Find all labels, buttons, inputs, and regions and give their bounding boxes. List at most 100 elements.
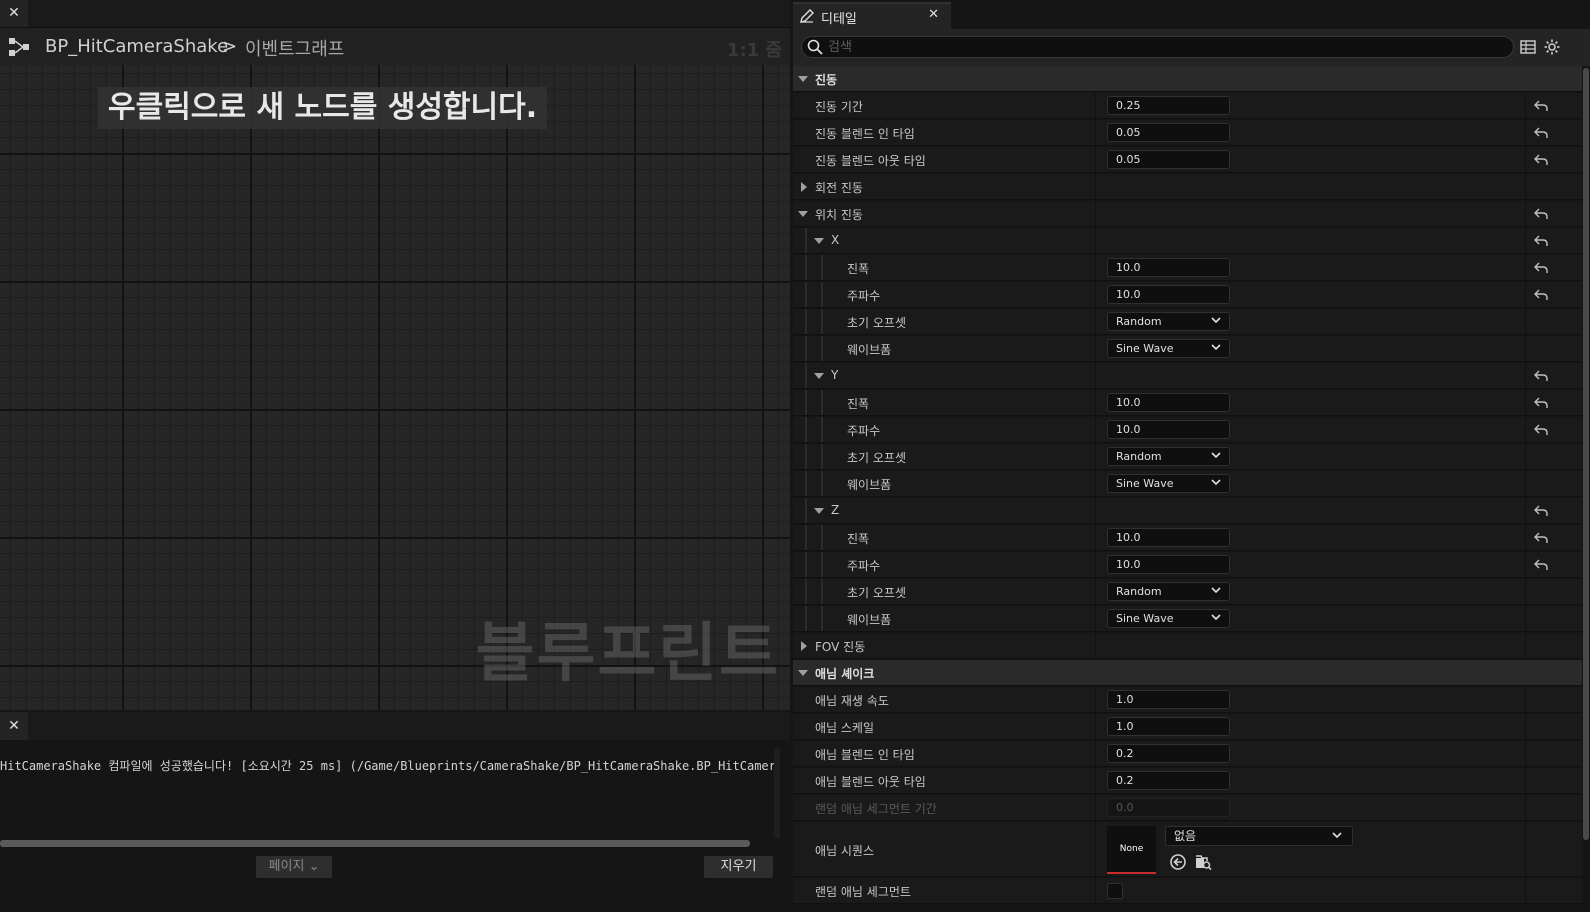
property-group-fov-shake[interactable]: FOV 진동	[793, 633, 1583, 659]
category-label: 애님 셰이크	[815, 667, 875, 681]
property-label: Y	[831, 368, 839, 382]
chevron-down-icon	[1211, 479, 1221, 486]
anim-blend-out-input[interactable]: 0.2	[1107, 771, 1230, 790]
reset-to-default-icon[interactable]	[1534, 369, 1548, 383]
close-details-tab-button[interactable]: ✕	[928, 7, 939, 22]
z-waveform-dropdown[interactable]: Sine Wave	[1107, 609, 1230, 628]
details-toolbar	[793, 29, 1590, 66]
anim-blend-in-input[interactable]: 0.2	[1107, 744, 1230, 763]
duration-input[interactable]: 0.25	[1107, 96, 1230, 115]
property-row-random-segment-duration: 랜덤 애님 세그먼트 기간 0.0	[793, 795, 1583, 821]
property-row-anim-play-rate: 애님 재생 속도 1.0	[793, 687, 1583, 713]
reset-to-default-icon[interactable]	[1534, 504, 1548, 518]
graph-canvas[interactable]: 우클릭으로 새 노드를 생성합니다. 블루프린트	[0, 65, 790, 710]
clear-log-button[interactable]: 지우기	[704, 856, 773, 878]
property-group-x[interactable]: X	[793, 228, 1583, 254]
reset-to-default-icon[interactable]	[1534, 558, 1548, 572]
details-panel: 디테일 ✕ 진동 진동 기간 0.25	[793, 0, 1590, 912]
chevron-down-icon	[1211, 452, 1221, 459]
property-row-anim-blend-out: 애님 블렌드 아웃 타임 0.2	[793, 768, 1583, 794]
anim-scale-input[interactable]: 1.0	[1107, 717, 1230, 736]
anim-sequence-asset-dropdown[interactable]: 없음	[1165, 826, 1353, 846]
log-horizontal-scrollbar[interactable]	[0, 840, 750, 847]
breadcrumb-blueprint-name[interactable]: BP_HitCameraShake	[45, 36, 228, 57]
y-waveform-dropdown[interactable]: Sine Wave	[1107, 474, 1230, 493]
property-label: 진동 기간	[815, 100, 863, 114]
y-frequency-input[interactable]: 10.0	[1107, 420, 1230, 439]
z-amplitude-input[interactable]: 10.0	[1107, 528, 1230, 547]
property-group-y[interactable]: Y	[793, 363, 1583, 389]
z-initial-offset-dropdown[interactable]: Random	[1107, 582, 1230, 601]
dropdown-value: Random	[1116, 315, 1162, 328]
details-tab[interactable]: 디테일 ✕	[793, 2, 951, 29]
pencil-icon	[800, 9, 814, 23]
property-row-z-initial-offset: 초기 오프셋 Random	[793, 579, 1583, 605]
x-initial-offset-dropdown[interactable]: Random	[1107, 312, 1230, 331]
y-amplitude-input[interactable]: 10.0	[1107, 393, 1230, 412]
close-graph-tab-button[interactable]: ✕	[0, 0, 28, 27]
category-label: 진동	[815, 73, 838, 87]
z-frequency-input[interactable]: 10.0	[1107, 555, 1230, 574]
property-label: 애님 시퀀스	[815, 844, 875, 858]
property-row-y-waveform: 웨이브폼 Sine Wave	[793, 471, 1583, 497]
property-group-rotation-shake[interactable]: 회전 진동	[793, 174, 1583, 200]
x-frequency-input[interactable]: 10.0	[1107, 285, 1230, 304]
page-dropdown-button[interactable]: 페이지 ⌄	[256, 856, 332, 878]
property-group-location-shake[interactable]: 위치 진동	[793, 201, 1583, 227]
zoom-level: 1:1 줌	[726, 40, 782, 61]
settings-gear-icon[interactable]	[1544, 39, 1560, 55]
chevron-down-icon	[1211, 587, 1221, 594]
asset-thumbnail[interactable]: None	[1107, 826, 1156, 874]
dropdown-value: Random	[1116, 450, 1162, 463]
close-log-tab-button[interactable]: ✕	[0, 712, 28, 740]
details-scrollbar[interactable]	[1582, 66, 1590, 912]
category-anim-shake[interactable]: 애님 셰이크	[793, 660, 1583, 686]
random-anim-segment-checkbox[interactable]	[1107, 883, 1123, 899]
anim-play-rate-input[interactable]: 1.0	[1107, 690, 1230, 709]
category-shake[interactable]: 진동	[793, 66, 1583, 92]
y-initial-offset-dropdown[interactable]: Random	[1107, 447, 1230, 466]
property-row-anim-scale: 애님 스케일 1.0	[793, 714, 1583, 740]
property-row-x-initial-offset: 초기 오프셋 Random	[793, 309, 1583, 335]
details-tabstrip: 디테일 ✕	[793, 0, 1590, 29]
log-vertical-scrollbar[interactable]	[774, 748, 780, 838]
caret-down-icon	[814, 373, 824, 379]
reset-to-default-icon[interactable]	[1534, 288, 1548, 302]
blend-out-input[interactable]: 0.05	[1107, 150, 1230, 169]
reset-to-default-icon[interactable]	[1534, 153, 1548, 167]
details-search-input[interactable]	[828, 38, 1498, 56]
property-label: 랜덤 애님 세그먼트	[815, 885, 911, 899]
details-scrollbar-thumb[interactable]	[1583, 68, 1589, 840]
property-group-z[interactable]: Z	[793, 498, 1583, 524]
caret-right-icon	[801, 182, 807, 192]
breadcrumb-graph-name[interactable]: 이벤트그래프	[245, 35, 344, 61]
blend-in-input[interactable]: 0.05	[1107, 123, 1230, 142]
random-segment-duration-input: 0.0	[1107, 798, 1230, 817]
caret-down-icon	[798, 670, 808, 676]
reset-to-default-icon[interactable]	[1534, 396, 1548, 410]
property-row-anim-blend-in: 애님 블렌드 인 타임 0.2	[793, 741, 1583, 767]
reset-to-default-icon[interactable]	[1534, 234, 1548, 248]
property-label: Z	[831, 503, 840, 517]
reset-to-default-icon[interactable]	[1534, 126, 1548, 140]
x-amplitude-input[interactable]: 10.0	[1107, 258, 1230, 277]
property-row-z-amplitude: 진폭 10.0	[793, 525, 1583, 551]
caret-down-icon	[798, 211, 808, 217]
dropdown-value: Sine Wave	[1116, 477, 1174, 490]
reset-to-default-icon[interactable]	[1534, 423, 1548, 437]
reset-to-default-icon[interactable]	[1534, 531, 1548, 545]
property-label: 웨이브폼	[847, 478, 892, 492]
x-waveform-dropdown[interactable]: Sine Wave	[1107, 339, 1230, 358]
reset-to-default-icon[interactable]	[1534, 207, 1548, 221]
browse-asset-icon[interactable]	[1194, 853, 1212, 871]
property-row-z-waveform: 웨이브폼 Sine Wave	[793, 606, 1583, 632]
property-row-x-amplitude: 진폭 10.0	[793, 255, 1583, 281]
reset-to-default-icon[interactable]	[1534, 99, 1548, 113]
reset-to-default-icon[interactable]	[1534, 261, 1548, 275]
chevron-down-icon	[1211, 614, 1221, 621]
page-label: 페이지	[268, 859, 305, 874]
blueprint-graph-icon	[9, 38, 29, 56]
chevron-down-icon	[1211, 344, 1221, 351]
table-view-icon[interactable]	[1520, 39, 1536, 55]
use-selected-asset-icon[interactable]	[1169, 853, 1187, 871]
